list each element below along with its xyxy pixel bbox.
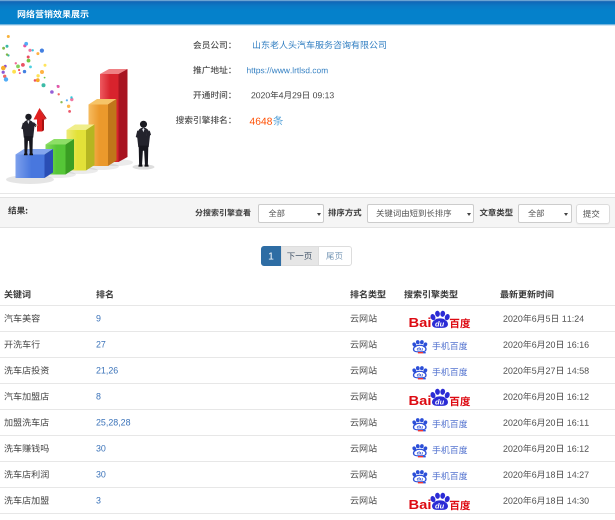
svg-text:du: du bbox=[435, 320, 445, 329]
svg-text:du: du bbox=[435, 502, 445, 511]
svg-text:1: 1 bbox=[268, 251, 274, 262]
svg-text:30: 30 bbox=[96, 470, 106, 480]
svg-text:3: 3 bbox=[96, 496, 101, 506]
svg-text:du: du bbox=[417, 425, 424, 430]
svg-text:21,26: 21,26 bbox=[96, 366, 118, 376]
svg-text:9: 9 bbox=[96, 314, 101, 324]
svg-text:du: du bbox=[435, 398, 445, 407]
svg-text:Bai: Bai bbox=[409, 315, 432, 330]
svg-text:Bai: Bai bbox=[409, 393, 432, 408]
svg-text:30: 30 bbox=[96, 444, 106, 454]
svg-text:du: du bbox=[417, 451, 424, 456]
svg-text:du: du bbox=[417, 477, 424, 482]
svg-text:25,28,28: 25,28,28 bbox=[96, 418, 131, 428]
svg-text:8: 8 bbox=[96, 392, 101, 402]
svg-text:du: du bbox=[417, 373, 424, 378]
svg-text:27: 27 bbox=[96, 340, 106, 350]
svg-text:Bai: Bai bbox=[409, 497, 432, 512]
svg-text:du: du bbox=[417, 347, 424, 352]
